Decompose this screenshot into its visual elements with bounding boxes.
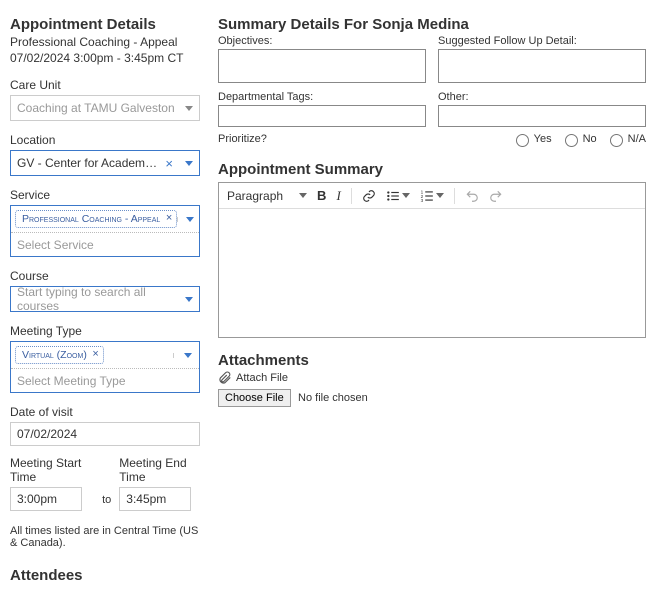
location-select[interactable]: GV - Center for Academic Learning Suppor… <box>10 150 200 176</box>
care-unit-select[interactable]: Coaching at TAMU Galveston <box>10 95 200 121</box>
objectives-label: Objectives: <box>218 35 426 47</box>
prioritize-yes[interactable]: Yes <box>511 131 552 147</box>
end-time-label: Meeting End Time <box>119 456 200 484</box>
service-tag: Professional Coaching - Appeal × <box>15 210 177 228</box>
link-icon <box>362 189 376 203</box>
link-button[interactable] <box>362 189 376 203</box>
prioritize-radio-group: Yes No N/A <box>511 131 646 147</box>
paperclip-icon <box>218 371 232 385</box>
meeting-type-label: Meeting Type <box>10 324 200 338</box>
paragraph-style-select[interactable]: Paragraph <box>227 189 307 203</box>
prioritize-na[interactable]: N/A <box>605 131 646 147</box>
dept-tags-input[interactable] <box>218 105 426 127</box>
course-select[interactable]: Start typing to search all courses <box>10 286 200 312</box>
service-multiselect[interactable]: Professional Coaching - Appeal × Select … <box>10 205 200 257</box>
time-to-word: to <box>102 494 111 506</box>
choose-file-button[interactable]: Choose File <box>218 389 291 407</box>
redo-button[interactable] <box>489 189 503 203</box>
undo-icon <box>465 189 479 203</box>
date-of-visit-label: Date of visit <box>10 405 200 419</box>
bullet-list-button[interactable] <box>386 189 410 203</box>
service-tag-label: Professional Coaching - Appeal <box>22 213 160 225</box>
clear-location-icon[interactable]: × <box>165 156 173 171</box>
numbered-list-icon: 123 <box>420 189 434 203</box>
chevron-down-icon <box>185 106 193 111</box>
summary-editor: Paragraph B I 123 <box>218 182 646 338</box>
start-time-input[interactable] <box>10 487 82 511</box>
other-input[interactable] <box>438 105 646 127</box>
followup-label: Suggested Follow Up Detail: <box>438 35 646 47</box>
numbered-list-button[interactable]: 123 <box>420 189 444 203</box>
appointment-subtitle-service: Professional Coaching - Appeal <box>10 35 200 51</box>
course-label: Course <box>10 269 200 283</box>
care-unit-value: Coaching at TAMU Galveston <box>17 101 179 115</box>
summary-details-title: Summary Details For Sonja Medina <box>218 16 646 33</box>
end-time-input[interactable] <box>119 487 191 511</box>
prioritize-label: Prioritize? <box>218 133 267 145</box>
meeting-type-tag: Virtual (Zoom) × <box>15 346 104 364</box>
meeting-type-tag-label: Virtual (Zoom) <box>22 349 87 361</box>
bullet-list-icon <box>386 189 400 203</box>
chevron-down-icon <box>185 161 193 166</box>
bold-button[interactable]: B <box>317 188 326 203</box>
prioritize-no[interactable]: No <box>560 131 597 147</box>
date-of-visit-input[interactable] <box>10 422 200 446</box>
attendees-title: Attendees <box>10 567 200 584</box>
paragraph-style-label: Paragraph <box>227 189 283 203</box>
appointment-details-title: Appointment Details <box>10 16 200 33</box>
attachments-title: Attachments <box>218 352 646 369</box>
chevron-down-icon <box>185 297 193 302</box>
summary-textarea[interactable] <box>219 209 645 337</box>
course-placeholder: Start typing to search all courses <box>17 285 179 313</box>
timezone-note: All times listed are in Central Time (US… <box>10 525 200 549</box>
attach-file-link[interactable]: Attach File <box>218 371 646 385</box>
editor-toolbar: Paragraph B I 123 <box>219 183 645 209</box>
meeting-type-multiselect[interactable]: Virtual (Zoom) × Select Meeting Type <box>10 341 200 393</box>
service-label: Service <box>10 188 200 202</box>
toolbar-divider <box>351 188 352 204</box>
meeting-type-placeholder: Select Meeting Type <box>17 374 193 388</box>
svg-text:3: 3 <box>420 197 423 202</box>
chevron-down-icon <box>184 353 192 358</box>
prioritize-no-label: No <box>583 133 597 145</box>
remove-meeting-type-tag-icon[interactable]: × <box>92 348 98 360</box>
chevron-down-icon <box>402 193 410 198</box>
italic-button[interactable]: I <box>336 188 340 204</box>
chevron-down-icon <box>186 217 194 222</box>
redo-icon <box>489 189 503 203</box>
care-unit-label: Care Unit <box>10 78 200 92</box>
chevron-down-icon <box>299 193 307 198</box>
other-label: Other: <box>438 91 646 103</box>
toolbar-divider <box>454 188 455 204</box>
undo-button[interactable] <box>465 189 479 203</box>
followup-input[interactable] <box>438 49 646 83</box>
location-value: GV - Center for Academic Learning Suppor… <box>17 156 159 170</box>
file-status-text: No file chosen <box>298 392 368 404</box>
chevron-down-icon <box>436 193 444 198</box>
service-placeholder: Select Service <box>17 238 193 252</box>
start-time-label: Meeting Start Time <box>10 456 94 484</box>
prioritize-na-label: N/A <box>628 133 646 145</box>
appointment-summary-title: Appointment Summary <box>218 161 646 178</box>
objectives-input[interactable] <box>218 49 426 83</box>
appointment-subtitle-datetime: 07/02/2024 3:00pm - 3:45pm CT <box>10 51 200 67</box>
location-label: Location <box>10 133 200 147</box>
remove-service-tag-icon[interactable]: × <box>166 212 172 224</box>
dept-tags-label: Departmental Tags: <box>218 91 426 103</box>
prioritize-yes-label: Yes <box>534 133 552 145</box>
attach-file-label: Attach File <box>236 372 288 384</box>
